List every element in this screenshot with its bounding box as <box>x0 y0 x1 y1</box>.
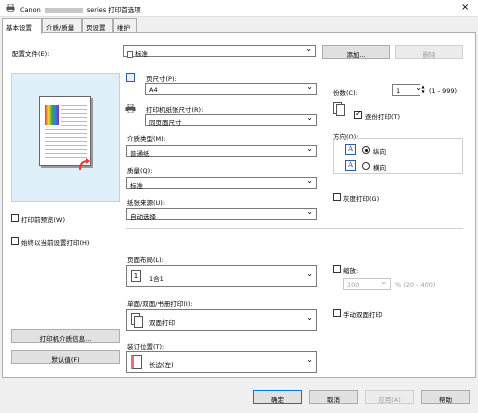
apply-button[interactable]: 应用(A) <box>365 390 414 404</box>
portrait-radio[interactable] <box>362 146 370 154</box>
scaling-range: % (20 - 400) <box>395 281 436 289</box>
preview-area <box>11 73 120 202</box>
title-redacted <box>44 7 83 13</box>
paper-source-select[interactable]: 自动选择 <box>126 207 317 221</box>
page-size-icon <box>126 73 135 82</box>
printer-media-info-button[interactable]: 打印机介质信息... <box>11 329 120 343</box>
defaults-button[interactable]: 默认值(F) <box>11 350 120 364</box>
page-size-select[interactable]: A4 <box>145 82 317 95</box>
grayscale-checkbox[interactable] <box>333 193 341 201</box>
always-current-settings-label: 始终以当前设置打印(H) <box>21 239 90 247</box>
page-layout-icon: 1 <box>131 270 141 282</box>
landscape-radio[interactable] <box>362 162 370 170</box>
close-icon[interactable]: × <box>461 2 469 13</box>
scaling-input[interactable]: 100 <box>343 277 391 290</box>
always-current-settings-checkbox[interactable] <box>11 237 19 245</box>
profile-value: 标准 <box>135 50 148 58</box>
collate-checkbox[interactable] <box>354 109 362 119</box>
preview-before-print-checkbox[interactable] <box>11 214 19 222</box>
tab-page-setup[interactable]: 页设置 <box>82 18 113 33</box>
profile-select[interactable]: 标准 <box>123 44 316 58</box>
media-type-label: 介质类型(M): <box>127 135 166 143</box>
quality-label: 质量(Q): <box>127 167 153 175</box>
printer-paper-size-select[interactable]: 同页面尺寸 <box>145 113 317 127</box>
landscape-label: 横向 <box>373 164 386 172</box>
portrait-label: 纵向 <box>373 148 386 156</box>
preview-text-lines-bottom <box>45 129 87 159</box>
profile-label: 配置文件(E): <box>12 50 50 58</box>
preview-before-print-label: 打印前预览(W) <box>21 216 65 224</box>
binding-label: 装订位置(T): <box>127 343 165 351</box>
duplex-value: 双面打印 <box>149 319 175 327</box>
duplex-select[interactable]: 双面打印 <box>126 309 317 331</box>
delete-profile-button[interactable]: 删除 <box>395 45 463 59</box>
copies-label: 份数(C): <box>333 89 358 97</box>
duplex-label: 单面/双面/书册打印(I): <box>127 300 193 308</box>
app-name: Canon <box>20 6 41 14</box>
help-button[interactable]: 帮助 <box>421 390 470 404</box>
grayscale-label: 灰度打印(G) <box>343 195 380 203</box>
collate-icon <box>333 102 347 118</box>
tab-media-quality[interactable]: 介质/质量 <box>42 18 82 33</box>
tab-maintenance[interactable]: 维护 <box>113 18 137 33</box>
binding-value: 长边(左) <box>149 361 174 369</box>
copies-range: (1 - 999) <box>429 87 458 95</box>
duplex-icon <box>131 313 143 328</box>
window-title: Canon series 打印首选项 <box>20 4 141 14</box>
media-type-select[interactable]: 普通纸 <box>126 144 317 158</box>
portrait-icon: A <box>345 144 356 155</box>
preview-image <box>45 105 59 125</box>
binding-icon <box>131 355 142 369</box>
manual-duplex-label: 手动双面打印 <box>343 311 382 319</box>
add-profile-button[interactable]: 添加... <box>322 45 390 59</box>
collate-label: 逐份打印(T) <box>365 113 401 121</box>
profile-icon <box>127 50 133 58</box>
page-preview <box>39 96 91 166</box>
quality-select[interactable]: 标准 <box>126 176 317 190</box>
page-size-label: 页尺寸(P): <box>146 75 177 83</box>
printer-icon <box>6 3 15 13</box>
title-suffix: series 打印首选项 <box>86 6 141 14</box>
landscape-icon: A <box>345 160 356 171</box>
section-divider <box>126 228 463 229</box>
binding-select[interactable]: 长边(左) <box>126 351 317 373</box>
duplex-arrow-icon <box>78 158 92 172</box>
printer-paper-size-label: 打印机纸张尺寸(R): <box>146 106 204 114</box>
cancel-button[interactable]: 取消 <box>309 390 358 404</box>
page-layout-select[interactable]: 1 1合1 <box>126 265 317 287</box>
title-bar: Canon series 打印首选项 × <box>0 0 478 17</box>
manual-duplex-checkbox[interactable] <box>333 309 341 317</box>
copies-spin-icon[interactable]: ▲ ▼ <box>420 84 426 96</box>
tab-basic[interactable]: 基本设置 <box>2 18 42 34</box>
page-layout-value: 1合1 <box>149 275 164 283</box>
scaling-label: 缩放: <box>343 267 359 275</box>
ok-button[interactable]: 确定 <box>253 390 302 404</box>
page-layout-label: 页面布局(L): <box>127 256 164 264</box>
paper-source-label: 纸张来源(U): <box>127 199 166 207</box>
scaling-checkbox[interactable] <box>333 265 341 273</box>
printer-paper-size-icon <box>125 103 136 114</box>
